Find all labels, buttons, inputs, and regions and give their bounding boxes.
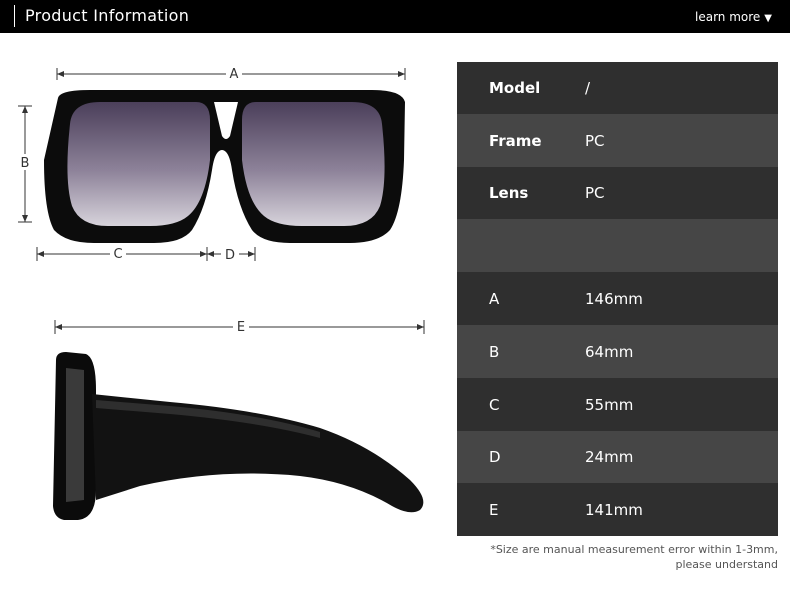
spec-label: Lens xyxy=(489,184,529,202)
dimension-label-d: D xyxy=(225,248,235,263)
header-bar: Product Information learn more ▼ xyxy=(0,0,790,33)
spec-value: 64mm xyxy=(585,342,634,361)
front-view-illustration: A B C D xyxy=(17,65,406,263)
spec-value: PC xyxy=(585,184,605,202)
note-line-2: please understand xyxy=(675,558,779,571)
dimension-label-c: C xyxy=(113,247,122,262)
spec-row-frame: Frame PC xyxy=(457,114,778,167)
spec-value: / xyxy=(585,79,591,97)
spec-value: 55mm xyxy=(585,395,634,414)
page-title: Product Information xyxy=(14,5,189,27)
spec-row-model: Model / xyxy=(457,62,778,114)
spec-label: B xyxy=(489,342,500,361)
spec-row-e: E 141mm xyxy=(457,483,778,536)
spec-label: A xyxy=(489,289,500,308)
spec-table: Model / Frame PC Lens PC A 146mm B 64mm … xyxy=(457,62,778,536)
side-view-illustration: E xyxy=(53,319,425,520)
spec-label: D xyxy=(489,448,501,466)
learn-more-link[interactable]: learn more ▼ xyxy=(695,9,772,27)
note-line-1: *Size are manual measurement error withi… xyxy=(490,543,778,556)
dimension-label-b: B xyxy=(21,156,30,171)
spec-value: 146mm xyxy=(585,289,643,308)
dimension-label-a: A xyxy=(230,67,239,82)
spec-row-empty xyxy=(457,219,778,272)
triangle-down-icon: ▼ xyxy=(764,13,772,24)
learn-more-label: learn more xyxy=(695,10,761,24)
spec-label: Frame xyxy=(489,131,542,150)
spec-label: Model xyxy=(489,79,541,97)
spec-label: C xyxy=(489,395,500,414)
spec-row-c: C 55mm xyxy=(457,378,778,431)
glasses-front xyxy=(44,90,405,243)
measurement-note: *Size are manual measurement error withi… xyxy=(458,542,778,572)
dimension-label-e: E xyxy=(237,320,245,335)
spec-value: 141mm xyxy=(585,500,643,519)
spec-value: PC xyxy=(585,131,605,150)
spec-row-b: B 64mm xyxy=(457,325,778,378)
spec-label: E xyxy=(489,500,499,519)
spec-row-lens: Lens PC xyxy=(457,167,778,219)
spec-row-a: A 146mm xyxy=(457,272,778,325)
spec-row-d: D 24mm xyxy=(457,431,778,483)
glasses-side xyxy=(53,352,424,520)
spec-value: 24mm xyxy=(585,448,634,466)
